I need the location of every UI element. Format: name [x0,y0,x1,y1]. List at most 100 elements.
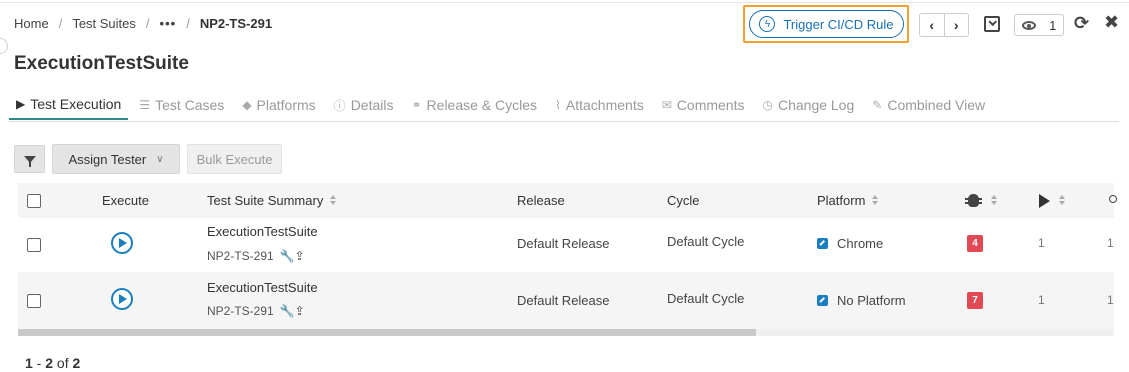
row-select-cell [27,294,41,308]
issue-key[interactable]: NP2-TS-291 [207,304,274,318]
header-platform[interactable]: Platform [817,183,879,218]
tab-divider [9,121,1119,122]
tab-attachments[interactable]: ⌇ Attachments [548,90,651,120]
info-icon: ⓘ [333,98,346,113]
breadcrumb-test-suites[interactable]: Test Suites [72,16,136,31]
row-checkbox[interactable] [27,238,41,252]
table-header-row: Execute Test Suite Summary Release Cycle… [18,183,1117,218]
execute-play-icon[interactable] [111,288,133,310]
summary-title[interactable]: ExecutionTestSuite [207,224,318,239]
header-release: Release [517,193,565,208]
watch-count: 1 [1049,17,1057,33]
header-assignee[interactable] [1107,183,1117,218]
tab-label: Comments [676,97,745,113]
assignee-cell: 1 [1107,236,1114,250]
platform-label: Chrome [837,236,884,251]
tab-combined-view[interactable]: ✎ Combined View [865,90,992,120]
issue-key[interactable]: NP2-TS-291 [207,249,274,263]
summary-key: NP2-TS-291 🔧⇪ [207,304,305,318]
wrench-share-icon[interactable]: 🔧⇪ [280,249,305,263]
tab-label: Test Cases [155,97,225,113]
user-icon [1107,194,1117,207]
tab-test-execution[interactable]: ▶ Test Execution [9,90,129,120]
watch-button[interactable]: 1 [1014,14,1064,36]
sort-icon [1059,195,1066,206]
tab-label: Test Execution [30,96,122,112]
breadcrumb-separator: / [58,16,63,31]
tab-release-cycles[interactable]: ⚭ Release & Cycles [404,90,544,120]
header-summary[interactable]: Test Suite Summary [207,183,337,218]
select-all-checkbox[interactable] [27,193,41,208]
platform-label: No Platform [837,293,906,308]
sort-icon [872,195,879,206]
clock-icon: ◷ [762,98,773,112]
tab-test-cases[interactable]: ☰ Test Cases [132,90,231,120]
page-title: ExecutionTestSuite [14,53,189,74]
link-icon: ⚭ [411,98,422,112]
archive-icon[interactable] [984,16,1000,32]
top-divider [0,2,1129,3]
execute-play-icon[interactable] [111,232,133,254]
chevron-right-icon[interactable]: › [945,14,969,36]
runs-cell: 1 [1038,293,1045,307]
side-panel-handle[interactable] [0,38,8,54]
platform-cell: No Platform [817,293,906,308]
tab-label: Attachments [565,97,644,113]
range-of: of [53,355,73,371]
row-select-cell [27,238,41,252]
cycle-cell: Default Cycle [667,291,745,306]
release-cell: Default Release [517,293,610,308]
external-link-icon[interactable] [817,295,828,306]
defects-cell: 4 [967,235,983,252]
header-cycle: Cycle [667,193,700,208]
summary-key: NP2-TS-291 🔧⇪ [207,249,305,263]
tab-label: Platforms [256,97,316,113]
assign-tester-button[interactable]: Assign Tester ∨ [52,144,180,174]
range-start: 1 [25,355,33,371]
defect-count-badge[interactable]: 7 [967,292,983,309]
tab-label: Combined View [887,97,986,113]
close-icon[interactable]: ✖ [1104,12,1119,33]
trigger-cicd-rule-button[interactable]: ϟ Trigger CI/CD Rule [749,10,904,38]
runs-cell: 1 [1038,236,1045,250]
filter-button[interactable] [14,145,45,173]
table-row[interactable]: ExecutionTestSuite NP2-TS-291 🔧⇪ Default… [18,272,1114,329]
refresh-icon[interactable]: ⟳ [1074,13,1089,34]
chevron-left-icon[interactable]: ‹ [920,14,945,36]
wrench-share-icon[interactable]: 🔧⇪ [280,304,305,318]
header-defects[interactable] [965,183,998,218]
horizontal-scrollbar-thumb[interactable] [18,329,756,336]
bulk-execute-button[interactable]: Bulk Execute [187,144,282,174]
header-execute: Execute [102,193,149,208]
execute-cell [111,232,133,254]
pagination-summary: 1 - 2 of 2 [25,355,80,371]
tab-change-log[interactable]: ◷ Change Log [755,90,861,120]
tab-bar: ▶ Test Execution ☰ Test Cases ◆ Platform… [9,90,996,122]
lightning-icon: ϟ [759,16,776,32]
tab-comments[interactable]: ✉ Comments [655,90,752,120]
sort-icon [991,195,998,206]
pencil-icon: ✎ [872,98,883,112]
range-total: 2 [72,355,81,371]
tab-details[interactable]: ⓘ Details [327,90,401,120]
tab-label: Release & Cycles [426,97,538,113]
table-row[interactable]: ExecutionTestSuite NP2-TS-291 🔧⇪ Default… [18,218,1114,272]
sort-icon [330,195,337,206]
breadcrumb-home[interactable]: Home [14,16,49,31]
row-checkbox[interactable] [27,294,41,308]
filter-icon [23,155,36,167]
chevron-down-icon: ∨ [156,153,164,165]
external-link-icon[interactable] [817,238,828,249]
defects-cell: 7 [967,292,983,309]
platform-cell: Chrome [817,236,883,251]
tab-platforms[interactable]: ◆ Platforms [235,90,322,120]
breadcrumb-ellipsis[interactable]: ••• [160,16,177,31]
header-runs[interactable] [1039,183,1066,218]
defect-count-badge[interactable]: 4 [967,235,983,252]
summary-title[interactable]: ExecutionTestSuite [207,280,318,295]
play-circle-icon: ▶ [16,97,26,111]
breadcrumb-separator: / [186,16,190,31]
header-platform-label: Platform [817,193,866,208]
trigger-cicd-rule-label: Trigger CI/CD Rule [783,16,894,32]
range-dash: - [32,355,46,371]
